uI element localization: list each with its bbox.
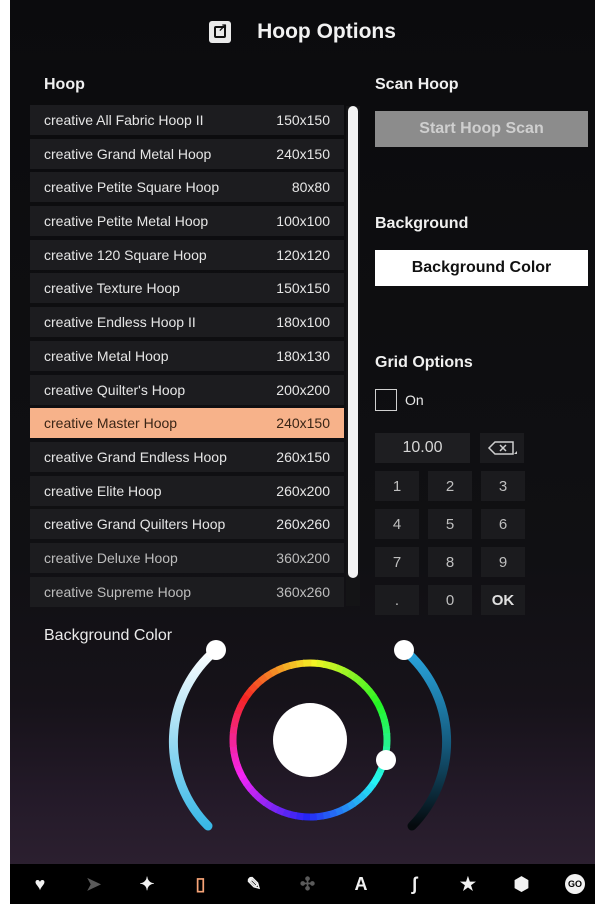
keypad-ok-button[interactable]: OK [481,585,525,615]
hoop-list-item[interactable]: creative Grand Endless Hoop 260x150 [30,441,344,472]
hoop-name: creative Grand Metal Hoop [44,145,212,162]
sew-icon[interactable]: ✎ [241,872,267,896]
hoop-list-item[interactable]: creative Petite Metal Hoop 100x100 [30,206,344,237]
hoop-section-label: Hoop [44,76,85,93]
export-icon[interactable] [209,21,232,43]
background-color-button[interactable]: Background Color [375,250,588,286]
heart-icon[interactable]: ♥ [27,872,53,896]
hoop-list-item[interactable]: creative Deluxe Hoop 360x200 [30,542,344,573]
hoop-list-item[interactable]: creative Petite Square Hoop 80x80 [30,172,344,203]
settings-icon[interactable]: ⬢ [509,872,535,896]
hoop-options-screen: Hoop Options Hoop Scan Hoop creative All… [10,0,595,904]
keypad-key-0[interactable]: 0 [428,585,472,615]
lightness-slider-handle[interactable] [206,640,226,660]
hoop-list-item[interactable]: creative 120 Square Hoop 120x120 [30,239,344,270]
hoop-list: creative All Fabric Hoop II 150x150 creati… [30,105,344,610]
lightness-slider[interactable] [168,645,221,831]
hoop-size: 120x120 [276,246,330,263]
hoop-list-item[interactable]: creative Quilter's Hoop 200x200 [30,374,344,405]
go-icon[interactable]: GO [562,872,588,896]
hoop-list-item[interactable]: creative Texture Hoop 150x150 [30,273,344,304]
hoop-name: creative Petite Metal Hoop [44,213,209,230]
font-icon[interactable]: A [348,872,374,896]
hoop-name: creative Deluxe Hoop [44,549,178,566]
hoop-size: 150x150 [276,280,330,297]
grid-size-field[interactable]: 10.00 [375,433,470,463]
puzzle-icon[interactable]: ✦ [134,872,160,896]
stitch-icon[interactable]: ✣ [295,872,321,896]
hoop-name: creative 120 Square Hoop [44,246,207,263]
hoop-size: 260x200 [276,482,330,499]
background-color-label: Background Color [44,627,173,644]
hoop-size: 360x260 [276,583,330,600]
keypad-key-3[interactable]: 3 [481,471,525,501]
hoop-list-item[interactable]: creative Endless Hoop II 180x100 [30,307,344,338]
scan-section-label: Scan Hoop [375,76,459,93]
hoop-size: 240x150 [276,145,330,162]
hoop-name: creative Texture Hoop [44,280,180,297]
keypad-key-7[interactable]: 7 [375,547,419,577]
hoop-size: 180x130 [276,347,330,364]
hoop-list-item[interactable]: creative Metal Hoop 180x130 [30,340,344,371]
hoop-name: creative Metal Hoop [44,347,169,364]
keypad-key-2[interactable]: 2 [428,471,472,501]
hoop-size: 260x260 [276,516,330,533]
hoop-list-item[interactable]: creative Supreme Hoop 360x260 [30,576,344,607]
hoop-name: creative Master Hoop [44,415,178,432]
hoop-list-item[interactable]: creative Grand Metal Hoop 240x150 [30,138,344,169]
keypad-key-1[interactable]: 1 [375,471,419,501]
hue-ring-handle[interactable] [376,750,396,770]
keypad-key-5[interactable]: 5 [428,509,472,539]
keypad-decimal-button[interactable]: . [375,585,419,615]
hoop-size: 150x150 [276,112,330,128]
title-bar: Hoop Options [10,14,595,50]
go-label: GO [565,874,585,894]
start-hoop-scan-button[interactable]: Start Hoop Scan [375,111,588,147]
hoop-list-item[interactable]: creative Grand Quilters Hoop 260x260 [30,509,344,540]
backspace-button[interactable] [480,433,524,463]
send-icon[interactable]: ➤ [81,872,107,896]
color-preview [273,703,347,777]
hoop-name: creative Elite Hoop [44,482,162,499]
keypad-key-4[interactable]: 4 [375,509,419,539]
saturation-slider[interactable] [399,645,452,831]
hoop-name: creative Endless Hoop II [44,314,196,331]
hoop-size: 100x100 [276,213,330,230]
hoop-size: 80x80 [291,179,330,196]
grid-section-label: Grid Options [375,354,473,371]
color-picker[interactable] [160,630,460,850]
hoop-name: creative Grand Endless Hoop [44,448,227,465]
grid-on-checkbox[interactable] [375,389,397,411]
star-icon[interactable]: ★ [455,872,481,896]
hoop-list-item[interactable]: creative Elite Hoop 260x200 [30,475,344,506]
hoop-name: creative Grand Quilters Hoop [44,516,226,533]
background-section-label: Background [375,215,469,232]
bottom-toolbar: ♥ ➤ ✦ ▯ ✎ ✣ Aʃ ★ ⬢ GO [10,864,595,904]
scrollbar-thumb[interactable] [348,106,358,578]
saturation-slider-handle[interactable] [394,640,414,660]
backspace-icon [487,441,517,455]
hoop-name: creative All Fabric Hoop II [44,112,204,128]
hoop-list-item[interactable]: creative All Fabric Hoop II 150x150 [30,105,344,135]
keypad-key-8[interactable]: 8 [428,547,472,577]
keypad-key-6[interactable]: 6 [481,509,525,539]
page-title: Hoop Options [257,20,396,43]
hoop-size: 180x100 [276,314,330,331]
grid-on-label: On [405,392,424,408]
hoop-name: creative Petite Square Hoop [44,179,220,196]
hoop-size: 360x200 [276,549,330,566]
hoop-size: 260x150 [276,448,330,465]
thread-icon[interactable]: ʃ [402,872,428,896]
hoop-icon[interactable]: ▯ [188,872,214,896]
hoop-size: 240x150 [276,415,330,432]
hoop-name: creative Quilter's Hoop [44,381,186,398]
keypad-key-9[interactable]: 9 [481,547,525,577]
hoop-size: 200x200 [276,381,330,398]
hoop-name: creative Supreme Hoop [44,583,192,600]
hoop-list-item[interactable]: creative Master Hoop 240x150 [30,408,344,439]
